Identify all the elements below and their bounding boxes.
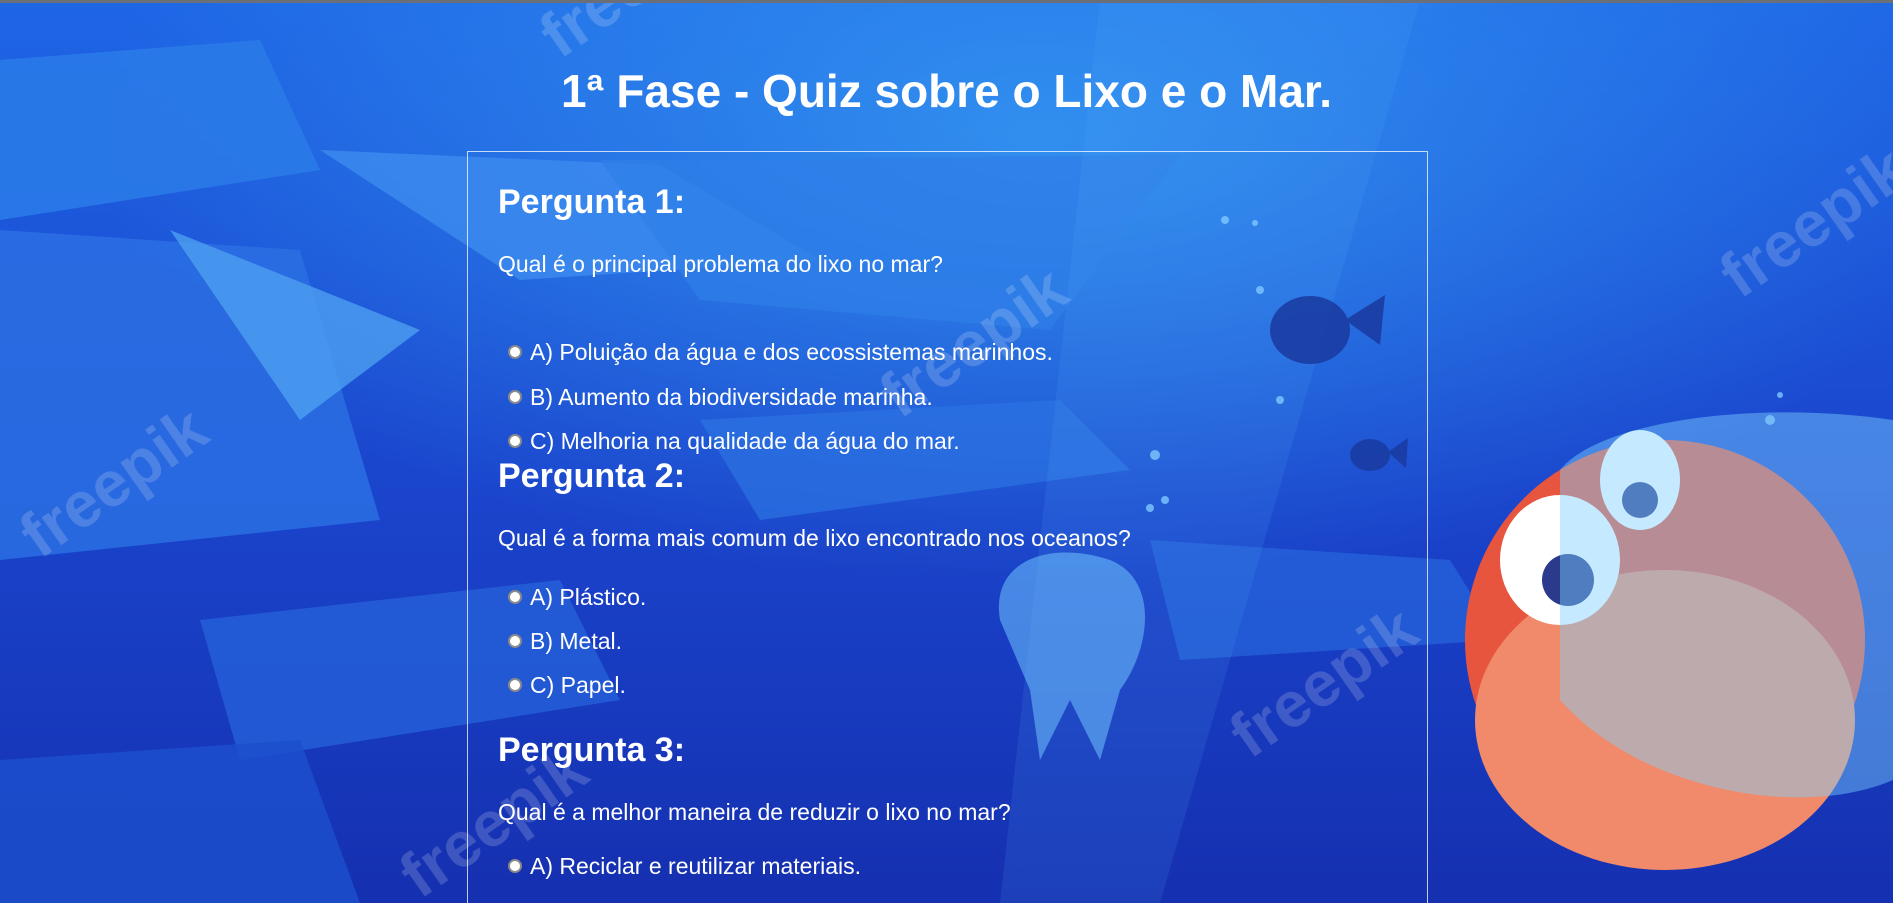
question-2-option-c[interactable]: C) Papel. [508,670,626,700]
radio-button[interactable] [508,390,522,404]
quiz-container: Pergunta 1: Qual é o principal problema … [467,151,1428,903]
question-3-text: Qual é a melhor maneira de reduzir o lix… [498,799,1011,825]
window-top-border [0,0,1893,3]
question-3: Pergunta 3: Qual é a melhor maneira de r… [498,730,1398,879]
question-1-heading: Pergunta 1: [498,183,686,221]
option-label: C) Papel. [530,671,626,698]
question-1-option-a[interactable]: A) Poluição da água e dos ecossistemas m… [508,337,1053,367]
radio-button[interactable] [508,345,522,359]
radio-button[interactable] [508,434,522,448]
radio-button[interactable] [508,590,522,604]
question-1-option-c[interactable]: C) Melhoria na qualidade da água do mar. [508,426,960,456]
option-label: B) Metal. [530,627,623,654]
question-1-option-b[interactable]: B) Aumento da biodiversidade marinha. [508,382,933,412]
option-label: A) Poluição da água e dos ecossistemas m… [530,338,1053,365]
question-2-heading: Pergunta 2: [498,457,686,495]
page-title: 1ª Fase - Quiz sobre o Lixo e o Mar. [560,65,1333,117]
option-label: C) Melhoria na qualidade da água do mar. [530,427,960,454]
radio-button[interactable] [508,678,522,692]
radio-button[interactable] [508,634,522,648]
question-2-option-b[interactable]: B) Metal. [508,626,622,656]
question-3-option-a[interactable]: A) Reciclar e reutilizar materiais. [508,851,861,881]
question-1: Pergunta 1: Qual é o principal problema … [498,182,1398,454]
option-label: B) Aumento da biodiversidade marinha. [530,383,933,410]
question-2: Pergunta 2: Qual é a forma mais comum de… [498,456,1398,698]
option-label: A) Reciclar e reutilizar materiais. [530,852,862,879]
question-3-heading: Pergunta 3: [498,731,686,769]
radio-button[interactable] [508,859,522,873]
question-1-text: Qual é o principal problema do lixo no m… [498,251,943,277]
question-2-text: Qual é a forma mais comum de lixo encont… [498,525,1131,551]
option-label: A) Plástico. [530,583,647,610]
question-2-option-a[interactable]: A) Plástico. [508,582,646,612]
